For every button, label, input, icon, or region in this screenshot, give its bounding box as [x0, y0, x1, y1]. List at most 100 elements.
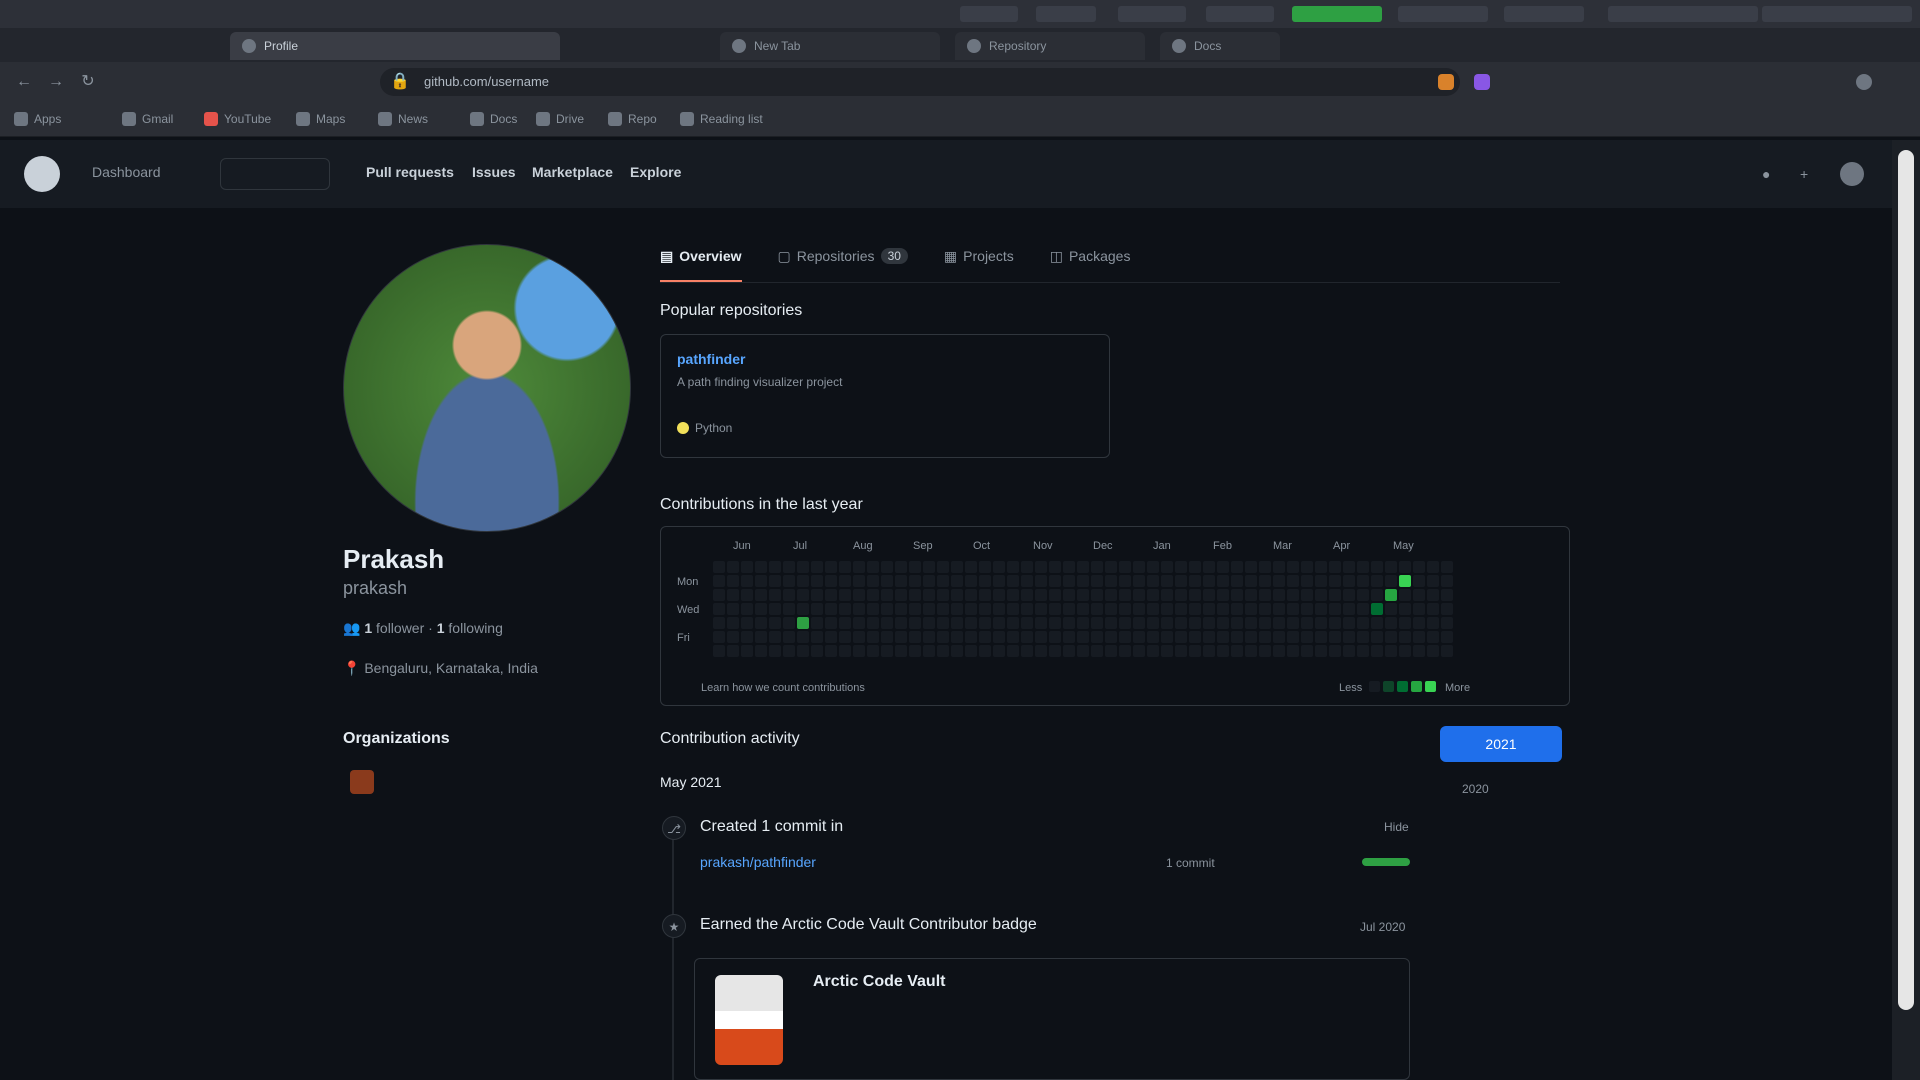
contribution-day[interactable]	[1231, 589, 1243, 601]
contribution-day[interactable]	[1315, 645, 1327, 657]
contribution-day[interactable]	[1399, 645, 1411, 657]
contribution-day[interactable]	[1273, 589, 1285, 601]
contribution-day[interactable]	[1329, 617, 1341, 629]
contribution-day[interactable]	[881, 575, 893, 587]
contribution-day[interactable]	[783, 575, 795, 587]
contribution-day[interactable]	[1007, 617, 1019, 629]
contribution-day[interactable]	[881, 589, 893, 601]
avatar[interactable]	[1840, 162, 1864, 186]
contribution-day[interactable]	[825, 617, 837, 629]
contribution-day[interactable]	[839, 561, 851, 573]
contribution-day[interactable]	[727, 645, 739, 657]
nav-marketplace[interactable]: Marketplace	[532, 164, 613, 180]
contribution-day[interactable]	[1245, 645, 1257, 657]
contribution-day[interactable]	[1189, 617, 1201, 629]
contribution-day[interactable]	[1441, 575, 1453, 587]
contribution-day[interactable]	[825, 645, 837, 657]
contribution-day[interactable]	[1245, 603, 1257, 615]
contribution-day[interactable]	[1203, 575, 1215, 587]
contribution-day[interactable]	[1021, 603, 1033, 615]
contribution-day[interactable]	[811, 631, 823, 643]
contribution-day[interactable]	[1329, 561, 1341, 573]
contribution-day[interactable]	[1077, 575, 1089, 587]
contribution-day[interactable]	[1161, 631, 1173, 643]
contribution-day[interactable]	[1231, 645, 1243, 657]
contribution-day[interactable]	[769, 561, 781, 573]
contribution-day[interactable]	[1231, 575, 1243, 587]
contribution-day[interactable]	[1147, 603, 1159, 615]
contribution-day[interactable]	[1203, 645, 1215, 657]
contribution-day[interactable]	[1175, 589, 1187, 601]
contribution-day[interactable]	[1343, 575, 1355, 587]
nav-explore[interactable]: Explore	[630, 164, 681, 180]
bookmark-item[interactable]: Drive	[536, 110, 584, 128]
contribution-day[interactable]	[1315, 603, 1327, 615]
contribution-day[interactable]	[1021, 589, 1033, 601]
contribution-day[interactable]	[1441, 603, 1453, 615]
contribution-day[interactable]	[713, 575, 725, 587]
contribution-day[interactable]	[755, 603, 767, 615]
contribution-day[interactable]	[895, 631, 907, 643]
contribution-day[interactable]	[909, 631, 921, 643]
contribution-day[interactable]	[1105, 589, 1117, 601]
contribution-day[interactable]	[1035, 589, 1047, 601]
contribution-day[interactable]	[965, 631, 977, 643]
contribution-day[interactable]	[1147, 561, 1159, 573]
contribution-day[interactable]	[1063, 603, 1075, 615]
contribution-day[interactable]	[1203, 589, 1215, 601]
contribution-day[interactable]	[951, 603, 963, 615]
contribution-day[interactable]	[811, 575, 823, 587]
contribution-day[interactable]	[825, 631, 837, 643]
contribution-day[interactable]	[1273, 561, 1285, 573]
notification-icon[interactable]: ●	[1762, 166, 1778, 182]
contribution-day[interactable]	[839, 603, 851, 615]
contribution-day[interactable]	[951, 645, 963, 657]
contribution-day[interactable]	[909, 645, 921, 657]
contribution-day[interactable]	[1161, 575, 1173, 587]
contribution-day[interactable]	[895, 603, 907, 615]
contribution-day[interactable]	[1105, 575, 1117, 587]
organization-avatar[interactable]	[350, 770, 374, 794]
contribution-day[interactable]	[881, 617, 893, 629]
contribution-day[interactable]	[853, 617, 865, 629]
contribution-day[interactable]	[755, 631, 767, 643]
contribution-day[interactable]	[1385, 575, 1397, 587]
contribution-day[interactable]	[1315, 561, 1327, 573]
contribution-day[interactable]	[1399, 631, 1411, 643]
contribution-day[interactable]	[1343, 561, 1355, 573]
contribution-day[interactable]	[797, 589, 809, 601]
contribution-day[interactable]	[1357, 617, 1369, 629]
contribution-day[interactable]	[895, 575, 907, 587]
contribution-day[interactable]	[1343, 589, 1355, 601]
contribution-day[interactable]	[1413, 589, 1425, 601]
contribution-day[interactable]	[1189, 575, 1201, 587]
contribution-day[interactable]	[937, 645, 949, 657]
contribution-day[interactable]	[1091, 603, 1103, 615]
contribution-day[interactable]	[839, 645, 851, 657]
contribution-day[interactable]	[1175, 617, 1187, 629]
contribution-day[interactable]	[1315, 631, 1327, 643]
contribution-day[interactable]	[1147, 589, 1159, 601]
contribution-day[interactable]	[713, 631, 725, 643]
contribution-day[interactable]	[993, 589, 1005, 601]
contribution-day[interactable]	[853, 589, 865, 601]
bookmark-item[interactable]: News	[378, 110, 428, 128]
contribution-day[interactable]	[1259, 575, 1271, 587]
bookmark-item[interactable]: Apps	[14, 110, 61, 128]
activity-commit-count[interactable]: 1 commit	[1166, 856, 1215, 870]
forward-icon[interactable]: →	[46, 72, 66, 92]
contribution-day[interactable]	[741, 575, 753, 587]
contribution-day[interactable]	[881, 603, 893, 615]
contribution-day[interactable]	[797, 645, 809, 657]
contribution-day[interactable]	[1077, 631, 1089, 643]
profile-icon[interactable]	[1856, 74, 1872, 90]
contribution-day[interactable]	[1329, 603, 1341, 615]
contribution-day[interactable]	[1413, 575, 1425, 587]
contribution-day[interactable]	[979, 561, 991, 573]
contribution-day[interactable]	[923, 561, 935, 573]
contribution-day[interactable]	[1091, 645, 1103, 657]
contribution-day[interactable]	[1133, 575, 1145, 587]
contribution-day[interactable]	[1105, 645, 1117, 657]
contribution-day[interactable]	[825, 575, 837, 587]
contribution-day[interactable]	[1399, 617, 1411, 629]
